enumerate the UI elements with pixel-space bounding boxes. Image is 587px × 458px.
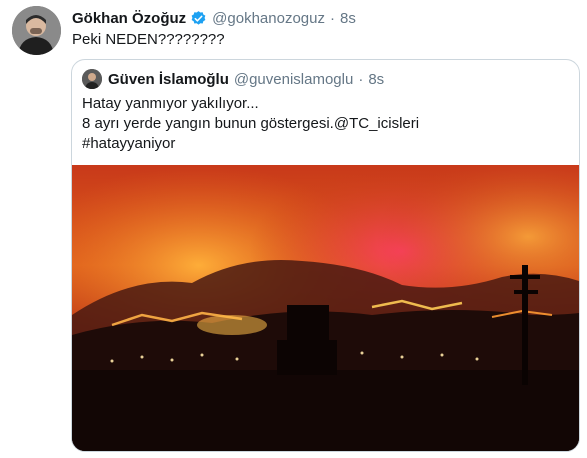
quoted-text-line-2-body: 8 ayrı yerde yangın bunun göstergesi. — [82, 115, 334, 132]
quoted-text-line-1: Hatay yanmıyor yakılıyor... — [82, 95, 259, 112]
mention-link[interactable]: @TC_icisleri — [334, 115, 419, 132]
hashtag-link[interactable]: #hatayyaniyor — [82, 134, 419, 154]
separator-dot: · — [329, 9, 335, 27]
quoted-author-avatar[interactable] — [82, 69, 102, 89]
quoted-author-name[interactable]: Güven İslamoğlu — [108, 71, 229, 88]
author-handle[interactable]: @gokhanozoguz — [212, 10, 325, 27]
tweet-header: Gökhan Özoğuz @gokhanozoguz · 8s — [72, 8, 356, 28]
quoted-tweet-photo[interactable] — [72, 165, 579, 451]
quoted-text-line-2: 8 ayrı yerde yangın bunun göstergesi.@TC… — [82, 114, 419, 134]
tweet-text: Peki NEDEN???????? — [72, 31, 225, 48]
quoted-tweet-header: Güven İslamoğlu @guvenislamoglu · 8s — [82, 69, 384, 89]
author-name[interactable]: Gökhan Özoğuz — [72, 10, 186, 27]
quoted-tweet-timestamp[interactable]: 8s — [368, 71, 384, 88]
separator-dot: · — [358, 70, 364, 88]
quoted-tweet-text: Hatay yanmıyor yakılıyor... 8 ayrı yerde… — [82, 94, 419, 154]
quoted-author-handle[interactable]: @guvenislamoglu — [234, 71, 353, 88]
quoted-tweet[interactable]: Güven İslamoğlu @guvenislamoglu · 8s Hat… — [71, 59, 580, 452]
verified-badge-icon — [190, 10, 207, 27]
tweet-timestamp[interactable]: 8s — [340, 10, 356, 27]
tweet[interactable]: Gökhan Özoğuz @gokhanozoguz · 8s Peki NE… — [0, 0, 587, 458]
author-avatar[interactable] — [12, 6, 61, 55]
